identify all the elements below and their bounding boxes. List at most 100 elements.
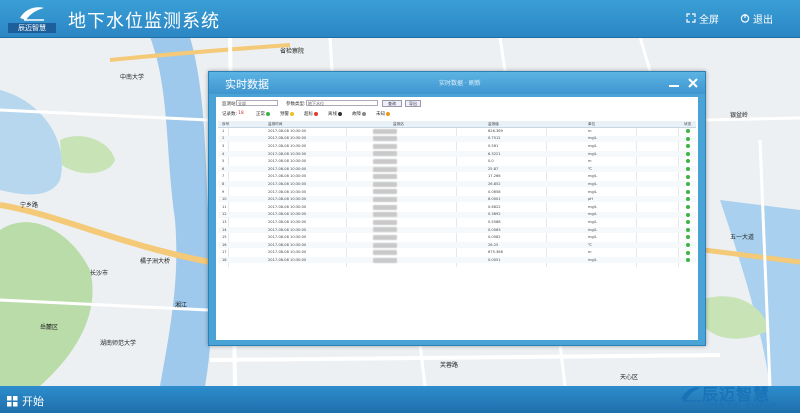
redacted-station-cell xyxy=(373,151,397,157)
status-ok-icon xyxy=(686,144,690,149)
fullscreen-button[interactable]: 全屏 xyxy=(686,10,719,26)
top-bar: 辰迈智慧 地下水位监测系统 全屏 退出 xyxy=(0,0,800,38)
redacted-station-cell xyxy=(373,219,397,225)
legend-item: 预警 xyxy=(280,111,294,117)
close-button[interactable] xyxy=(684,74,702,92)
status-ok-icon xyxy=(686,189,690,194)
cell-time: 2017-08-08 10:30:00 xyxy=(268,257,307,262)
cell-value: 0.7512 xyxy=(488,136,501,141)
table-row[interactable]: 5 2017-08-08 10:30:00 0.0 m xyxy=(218,158,696,164)
legend-dot-icon xyxy=(362,111,366,116)
redacted-station-cell xyxy=(373,189,397,195)
total-value: 18 xyxy=(238,111,244,116)
table-row[interactable]: 2 2017-08-08 10:30:00 0.7512 mg/L xyxy=(218,135,696,142)
type-select[interactable]: 地下水位 xyxy=(306,100,378,106)
table-row[interactable]: 4 2017-08-08 10:30:00 6.3221 mg/L xyxy=(218,150,696,157)
cell-unit: mg/L xyxy=(588,136,597,141)
column-header[interactable]: 监测值 xyxy=(488,122,499,127)
status-ok-icon xyxy=(686,205,690,209)
realtime-data-dialog: 实时数据 实时数据 · 刷新 监测站: 全部 参数类型: 地下水位 查询 导出 … xyxy=(208,71,706,346)
redacted-station-cell xyxy=(373,257,397,263)
cell-time: 2017-08-08 10:30:00 xyxy=(268,159,307,164)
cell-no: 17 xyxy=(222,250,227,255)
column-header[interactable]: 状态 xyxy=(684,122,691,127)
column-header[interactable]: 单位 xyxy=(588,122,595,127)
map-label: 岳麓区 xyxy=(40,324,59,331)
cell-no: 16 xyxy=(222,242,227,247)
fullscreen-label: 全屏 xyxy=(699,14,719,26)
cell-value: 25.87 xyxy=(488,166,499,171)
table-header: 序号 监测时间 监测站 监测值 单位 状态 xyxy=(218,121,696,128)
cell-no: 1 xyxy=(222,128,225,133)
cell-time: 2017-08-08 10:30:00 xyxy=(268,250,307,255)
map-label: 五一大道 xyxy=(730,234,755,241)
cell-unit: mg/L xyxy=(588,151,597,156)
cell-time: 2017-08-08 10:30:00 xyxy=(268,212,307,217)
cell-value: 826.369 xyxy=(488,128,503,133)
table-row[interactable]: 13 2017-08-08 10:30:00 0.5588 mg/L xyxy=(218,219,696,225)
redacted-station-cell xyxy=(373,242,397,248)
status-ok-icon xyxy=(686,212,690,217)
redacted-station-cell xyxy=(373,174,397,180)
column-header[interactable]: 监测时间 xyxy=(268,122,282,127)
cell-value: 675.366 xyxy=(488,250,503,255)
cell-value: 6.3221 xyxy=(488,151,501,156)
legend-label: 预警 xyxy=(280,112,289,117)
map-label: 天心区 xyxy=(620,374,639,381)
brand-logo: 辰迈智慧 CHEN MAI WISDOM xyxy=(680,381,800,413)
cell-time: 2017-08-08 10:30:00 xyxy=(268,174,307,179)
cell-time: 2017-08-08 10:30:00 xyxy=(268,128,307,133)
table-row[interactable]: 1 2017-08-08 10:30:00 826.369 m xyxy=(218,128,696,134)
column-header[interactable]: 监测站 xyxy=(393,122,404,127)
table-row[interactable]: 17 2017-08-08 10:30:00 675.366 m xyxy=(218,250,696,256)
cell-time: 2017-08-08 10:30:00 xyxy=(268,136,307,141)
cell-time: 2017-08-08 10:30:00 xyxy=(268,143,307,148)
dialog-header[interactable]: 实时数据 实时数据 · 刷新 xyxy=(209,72,705,94)
table-row[interactable]: 16 2017-08-08 10:30:00 26.25 ℃ xyxy=(218,242,696,248)
legend-item: 离线 xyxy=(328,111,342,117)
app-title: 地下水位监测系统 xyxy=(68,11,220,32)
redacted-station-cell xyxy=(373,234,397,240)
export-button[interactable]: 导出 xyxy=(405,99,421,107)
table-row[interactable]: 18 2017-08-08 10:30:00 0.0051 mg/L xyxy=(218,257,696,264)
close-icon xyxy=(688,78,698,88)
logo-text: 辰迈智慧 xyxy=(8,23,56,33)
cell-no: 6 xyxy=(222,166,225,171)
table-row[interactable]: 12 2017-08-08 10:30:00 0.3692 mg/L xyxy=(218,211,696,218)
type-label: 参数类型: xyxy=(286,102,306,107)
table-row[interactable]: 8 2017-08-08 10:30:00 26.852 mg/L xyxy=(218,181,696,188)
dialog-body: 监测站: 全部 参数类型: 地下水位 查询 导出 记录数: 18 正常 预警 超标离… xyxy=(216,97,698,340)
status-ok-icon xyxy=(686,258,690,263)
table-row[interactable]: 3 2017-08-08 10:30:00 0.581 mg/L xyxy=(218,143,696,149)
minimize-icon xyxy=(669,85,679,87)
exit-label: 退出 xyxy=(753,14,773,26)
legend-label: 离线 xyxy=(328,112,337,117)
table-row[interactable]: 10 2017-08-08 10:30:00 6.0001 pH xyxy=(218,196,696,203)
table-row[interactable]: 14 2017-08-08 10:30:00 0.0563 mg/L xyxy=(218,226,696,233)
station-select[interactable]: 全部 xyxy=(236,100,278,106)
cell-time: 2017-08-08 10:30:00 xyxy=(268,181,307,186)
table-row[interactable]: 11 2017-08-08 10:30:00 0.6822 mg/L xyxy=(218,204,696,210)
legend-item: 未知 xyxy=(376,111,390,117)
cell-no: 7 xyxy=(222,174,225,179)
table-row[interactable]: 15 2017-08-08 10:30:00 0.0082 mg/L xyxy=(218,234,696,240)
query-button[interactable]: 查询 xyxy=(382,99,402,107)
cell-no: 11 xyxy=(222,204,227,209)
brand-mark-icon xyxy=(681,387,701,402)
start-label: 开始 xyxy=(22,395,44,408)
cell-unit: ℃ xyxy=(588,166,593,171)
cell-no: 14 xyxy=(222,227,227,232)
cell-no: 3 xyxy=(222,143,225,148)
redacted-station-cell xyxy=(373,212,397,218)
legend-dot-icon xyxy=(338,111,342,116)
start-button[interactable]: 开始 xyxy=(7,393,44,409)
table-row[interactable]: 7 2017-08-08 10:30:00 17.266 mg/L xyxy=(218,174,696,180)
column-header[interactable]: 序号 xyxy=(222,122,229,127)
minimize-button[interactable] xyxy=(665,74,683,92)
table-row[interactable]: 9 2017-08-08 10:30:00 0.0658 mg/L xyxy=(218,189,696,195)
status-ok-icon xyxy=(686,167,690,171)
table-row[interactable]: 6 2017-08-08 10:30:00 25.87 ℃ xyxy=(218,166,696,172)
exit-button[interactable]: 退出 xyxy=(740,10,773,26)
redacted-station-cell xyxy=(373,181,397,187)
legend-label: 未知 xyxy=(376,112,385,117)
